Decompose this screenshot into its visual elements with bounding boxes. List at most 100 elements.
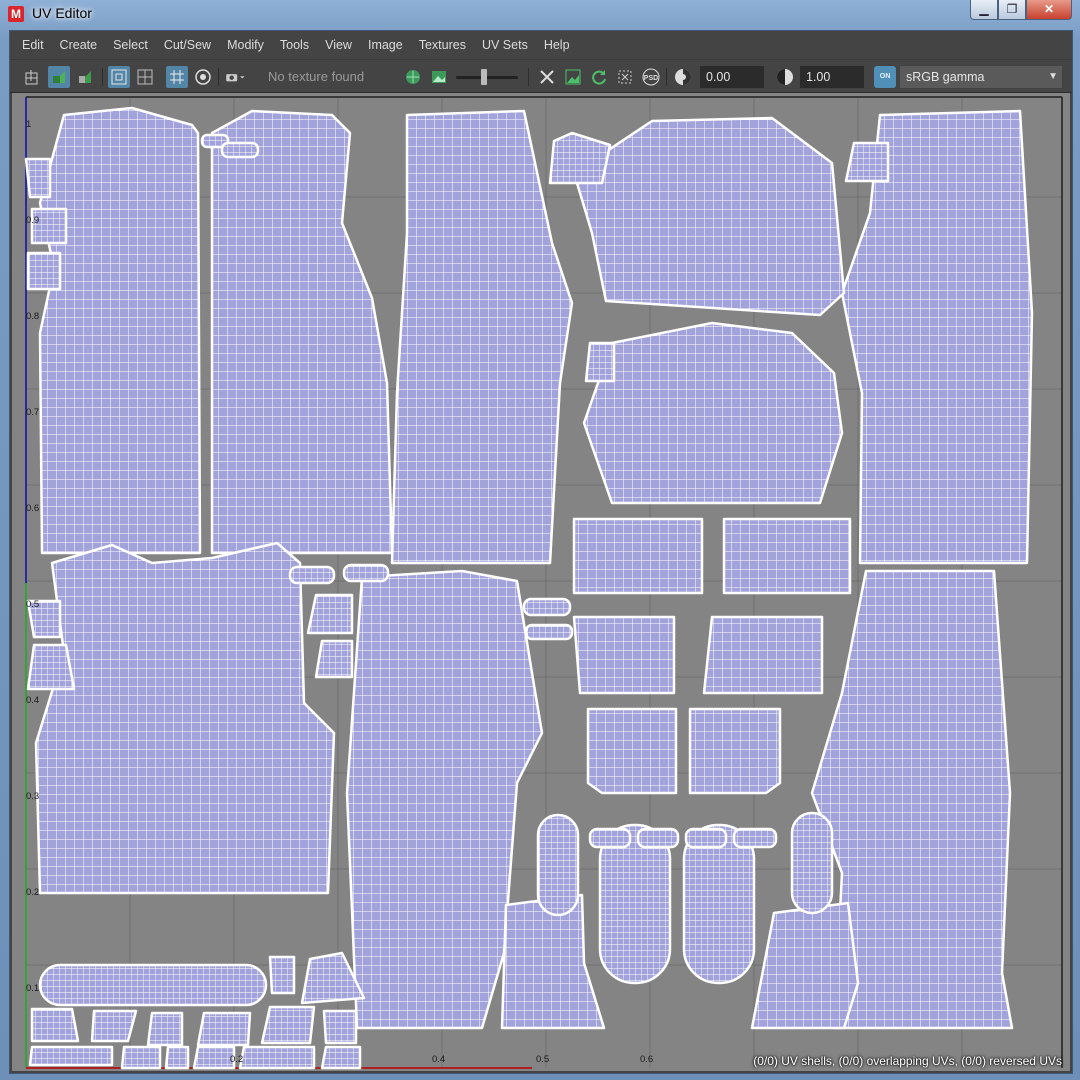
v-label-09: 0.9 (26, 215, 40, 226)
u-label-06: 0.6 (640, 1054, 654, 1065)
editor-client-area: Edit Create Select Cut/Sew Modify Tools … (9, 30, 1073, 1074)
uv-shell-bit-6 (524, 623, 574, 641)
uv-shell-bit-7 (588, 827, 632, 849)
menu-cut-sew[interactable]: Cut/Sew (156, 31, 219, 59)
uv-shell-sole-left (598, 823, 672, 985)
uv-shell-bit-3 (288, 565, 336, 585)
menu-modify[interactable]: Modify (219, 31, 272, 59)
uv-shell-bit-5 (522, 597, 572, 617)
menu-view[interactable]: View (317, 31, 360, 59)
image-options-icon[interactable] (224, 66, 254, 88)
menu-bar: Edit Create Select Cut/Sew Modify Tools … (10, 31, 1072, 59)
u-label-04: 0.4 (432, 1054, 446, 1065)
v-label-07: 0.7 (26, 407, 40, 418)
grid-toggle-icon[interactable] (108, 66, 130, 88)
uv-canvas[interactable]: 1 0.9 0.8 0.7 0.6 0.5 0.4 0.3 0.2 0.1 0.… (12, 93, 1070, 1071)
menu-create[interactable]: Create (52, 31, 106, 59)
uv-shell-cuff-b (722, 517, 852, 595)
menu-uv-sets[interactable]: UV Sets (474, 31, 536, 59)
shaded-uv-icon[interactable] (48, 66, 70, 88)
uv-shell-small-9 (844, 141, 890, 183)
uv-editor-window: M UV Editor ▁ ❐ ✕ Edit Create Select Cut… (0, 0, 1080, 1080)
maximize-button[interactable]: ❐ (998, 0, 1026, 20)
distortion-shader-icon[interactable] (74, 66, 96, 88)
checker-map-icon[interactable] (166, 66, 188, 88)
window-controls: ▁ ❐ ✕ (970, 0, 1072, 20)
uv-shell-insole-left (536, 813, 580, 917)
pixel-snap-icon[interactable] (134, 66, 156, 88)
display-image-icon[interactable] (402, 66, 424, 88)
uv-shell-bottom-3 (146, 1011, 184, 1047)
uv-shell-bottom-2 (90, 1009, 138, 1043)
v-label-04: 0.4 (26, 695, 40, 706)
close-button[interactable]: ✕ (1026, 0, 1072, 20)
slider-handle[interactable] (481, 69, 487, 85)
uv-shell-cuff-c (572, 615, 676, 695)
color-space-select[interactable]: sRGB gamma ▼ (900, 66, 1062, 88)
uv-shell-bottom-10 (192, 1045, 236, 1070)
gamma-icon[interactable] (774, 66, 796, 88)
uv-shell-sole-right (682, 823, 756, 985)
uv-shell-bit-4 (342, 563, 390, 583)
uv-shell-boot-right (750, 901, 860, 1030)
uv-shell-sleeve-left (390, 109, 574, 565)
v-label-06: 0.6 (26, 503, 40, 514)
uv-shell-bottom-9 (164, 1045, 190, 1070)
shuffle-uv-icon[interactable] (536, 66, 558, 88)
exposure-field[interactable]: 0.00 (700, 66, 764, 88)
uv-shell-bottom-8 (120, 1045, 162, 1070)
exposure-icon[interactable] (672, 66, 694, 88)
wireframe-toggle-icon[interactable] (22, 66, 44, 88)
color-management-toggle[interactable]: ON (874, 66, 896, 88)
v-label-03: 0.3 (26, 791, 40, 802)
title-bar[interactable]: M UV Editor ▁ ❐ ✕ (0, 0, 1080, 28)
uv-shell-bottom-6 (322, 1009, 358, 1045)
uv-shell-bit-2 (220, 141, 260, 159)
maya-logo-icon: M (8, 6, 24, 22)
uv-snapshot-icon[interactable] (562, 66, 584, 88)
uv-shell-small-11 (268, 955, 296, 995)
menu-textures[interactable]: Textures (411, 31, 474, 59)
uv-shell-hood-top (572, 116, 846, 317)
v-label-01: 0.1 (26, 983, 40, 994)
uv-border-icon[interactable] (192, 66, 214, 88)
uv-shell-small-7 (314, 639, 354, 679)
svg-text:PSD: PSD (644, 75, 658, 82)
uv-toolbar: No texture found PSD 0.00 1.00 ON sRGB g… (10, 59, 1072, 93)
minimize-button[interactable]: ▁ (970, 0, 998, 20)
image-dim-icon[interactable] (428, 66, 450, 88)
uv-shell-bottom-7 (28, 1045, 114, 1067)
v-label-08: 0.8 (26, 311, 40, 322)
menu-select[interactable]: Select (105, 31, 156, 59)
gamma-field[interactable]: 1.00 (800, 66, 864, 88)
uv-shell-small-10 (584, 341, 616, 383)
uv-status-readout: (0/0) UV shells, (0/0) overlapping UVs, … (753, 1054, 1062, 1068)
uv-shell-small-1 (24, 157, 52, 199)
uv-shell-small-8 (548, 131, 612, 185)
uv-shell-bit-10 (732, 827, 778, 849)
chevron-down-icon: ▼ (1048, 71, 1058, 82)
menu-image[interactable]: Image (360, 31, 411, 59)
uv-shell-bottom-11 (238, 1045, 316, 1070)
uv-shell-shirt-front-left (38, 106, 202, 555)
window-title: UV Editor (32, 5, 92, 21)
menu-tools[interactable]: Tools (272, 31, 317, 59)
u-label-02: 0.2 (230, 1054, 244, 1065)
color-space-value: sRGB gamma (906, 70, 985, 84)
image-dim-slider[interactable] (456, 69, 518, 85)
texture-field[interactable]: No texture found (262, 66, 402, 88)
unfold-icon[interactable] (614, 66, 636, 88)
refresh-icon[interactable] (588, 66, 610, 88)
uv-shell-bit-8 (636, 827, 680, 849)
uv-shell-cuff-d (702, 615, 824, 695)
uv-shell-bottom-12 (320, 1045, 362, 1070)
v-label-02: 0.2 (26, 887, 40, 898)
uv-shell-pocket-b (688, 707, 782, 795)
uv-shell-bit-9 (684, 827, 728, 849)
psd-icon[interactable]: PSD (640, 66, 662, 88)
menu-edit[interactable]: Edit (14, 31, 52, 59)
menu-help[interactable]: Help (536, 31, 578, 59)
v-label-05: 0.5 (26, 599, 40, 610)
uv-shell-back-upper (582, 321, 844, 505)
u-label-05: 0.5 (536, 1054, 550, 1065)
